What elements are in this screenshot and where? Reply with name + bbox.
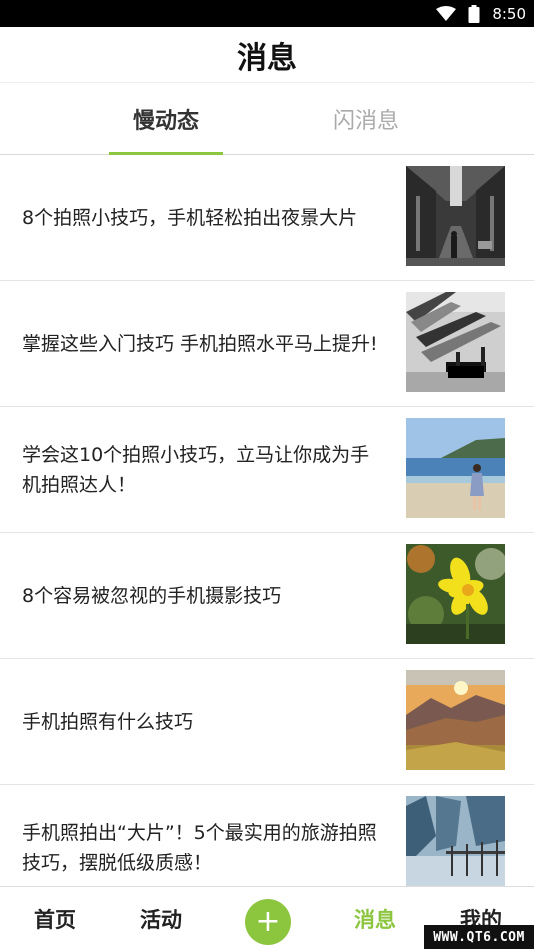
article-thumbnail xyxy=(406,418,505,518)
list-item[interactable]: 手机拍照有什么技巧 xyxy=(0,659,534,785)
status-bar: 8:50 xyxy=(0,0,534,27)
nav-home[interactable]: 首页 xyxy=(22,887,88,949)
article-thumbnail xyxy=(406,796,505,886)
article-title: 8个拍照小技巧，手机轻松拍出夜景大片 xyxy=(22,207,358,229)
watermark: WWW.QT6.COM xyxy=(424,925,534,949)
title-bar: 消息 xyxy=(0,27,534,83)
article-list[interactable]: 8个拍照小技巧，手机轻松拍出夜景大片 掌握这些入门技巧 手机拍照水平马上提升! xyxy=(0,155,534,886)
list-item[interactable]: 掌握这些入门技巧 手机拍照水平马上提升! xyxy=(0,281,534,407)
list-item[interactable]: 8个拍照小技巧，手机轻松拍出夜景大片 xyxy=(0,155,534,281)
article-title: 手机照拍出“大片”！5个最实用的旅游拍照技巧，摆脱低级质感！ xyxy=(22,822,377,874)
battery-icon xyxy=(468,4,480,23)
tab-slow-updates[interactable]: 慢动态 xyxy=(108,83,224,155)
article-thumbnail xyxy=(406,166,505,266)
article-title: 手机拍照有什么技巧 xyxy=(22,711,194,733)
list-item[interactable]: 8个容易被忽视的手机摄影技巧 xyxy=(0,533,534,659)
add-button[interactable]: + xyxy=(245,899,291,945)
tab-flash-messages[interactable]: 闪消息 xyxy=(310,83,422,155)
list-item[interactable]: 手机照拍出“大片”！5个最实用的旅游拍照技巧，摆脱低级质感！ xyxy=(0,785,534,886)
wifi-icon xyxy=(436,5,457,21)
article-title: 掌握这些入门技巧 手机拍照水平马上提升! xyxy=(22,333,378,355)
article-thumbnail xyxy=(406,670,505,770)
article-title: 8个容易被忽视的手机摄影技巧 xyxy=(22,585,282,607)
tab-bar: 慢动态 闪消息 xyxy=(0,83,534,155)
nav-messages[interactable]: 消息 xyxy=(342,887,408,949)
nav-activity[interactable]: 活动 xyxy=(128,887,194,949)
plus-icon: + xyxy=(255,904,281,939)
article-thumbnail xyxy=(406,544,505,644)
list-item[interactable]: 学会这10个拍照小技巧，立马让你成为手机拍照达人！ xyxy=(0,407,534,533)
status-time: 8:50 xyxy=(492,4,526,23)
article-thumbnail xyxy=(406,292,505,392)
page-title: 消息 xyxy=(237,40,297,76)
article-title: 学会这10个拍照小技巧，立马让你成为手机拍照达人！ xyxy=(22,444,370,496)
